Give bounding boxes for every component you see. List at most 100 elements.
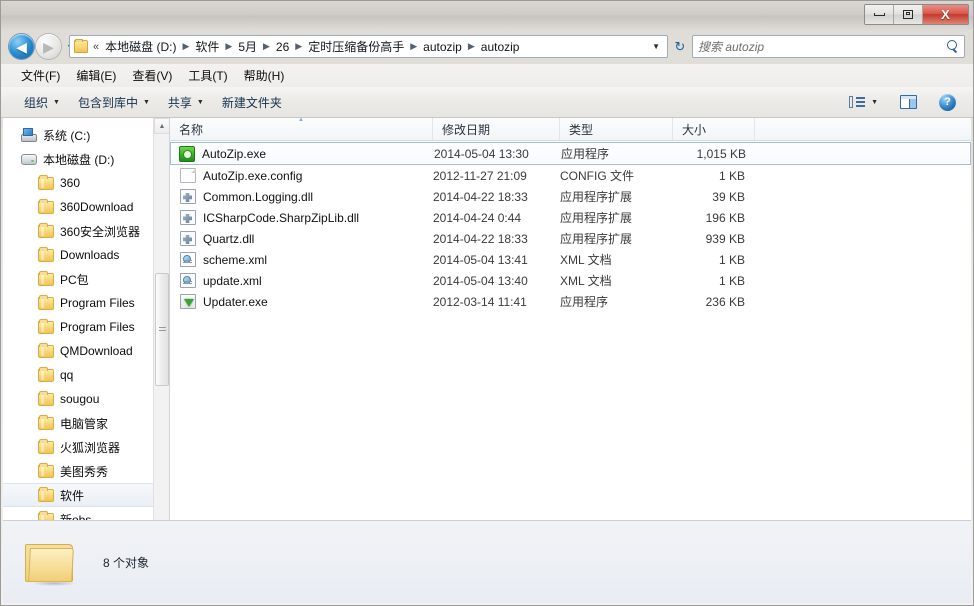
item-count-label: 8 个对象: [103, 555, 150, 570]
sidebar-item-program-files-x86[interactable]: Program Files: [3, 315, 169, 339]
table-row[interactable]: scheme.xml 2014-05-04 13:41 XML 文档 1 KB: [170, 249, 971, 270]
chevron-down-icon: ▼: [142, 98, 150, 106]
menu-help[interactable]: 帮助(H): [236, 65, 293, 86]
organize-button[interactable]: 组织 ▼: [15, 91, 69, 114]
sidebar-item-meitu[interactable]: 美图秀秀: [3, 459, 169, 483]
sidebar-item-qq[interactable]: qq: [3, 363, 169, 387]
file-name-cell: Common.Logging.dll: [170, 189, 433, 204]
file-name-cell: AutoZip.exe.config: [170, 168, 433, 183]
sidebar-item-pc-bao[interactable]: PC包: [3, 267, 169, 291]
sidebar-item-computer-manager[interactable]: 电脑管家: [3, 411, 169, 435]
sidebar-item-label: 本地磁盘 (D:): [43, 152, 115, 167]
minimize-button[interactable]: [865, 5, 894, 24]
sidebar-item-sougou[interactable]: sougou: [3, 387, 169, 411]
menu-tools[interactable]: 工具(T): [180, 65, 235, 86]
column-header-type[interactable]: 类型: [560, 118, 673, 140]
menu-view[interactable]: 查看(V): [124, 65, 180, 86]
menu-file[interactable]: 文件(F): [13, 65, 68, 86]
change-view-button[interactable]: ▼: [840, 92, 887, 112]
sidebar-item-local-disk-d[interactable]: 本地磁盘 (D:): [3, 147, 169, 171]
sidebar-item-firefox[interactable]: 火狐浏览器: [3, 435, 169, 459]
file-name-cell: ICSharpCode.SharpZipLib.dll: [170, 210, 433, 225]
refresh-icon: ↻: [674, 38, 686, 54]
sidebar-item-360download[interactable]: 360Download: [3, 195, 169, 219]
minimize-icon: [873, 13, 885, 16]
table-row[interactable]: ICSharpCode.SharpZipLib.dll 2014-04-24 0…: [170, 207, 971, 228]
file-date: 2012-03-14 11:41: [433, 294, 527, 309]
close-button[interactable]: X: [923, 5, 968, 24]
file-type: 应用程序扩展: [560, 190, 633, 204]
forward-button[interactable]: ▶: [36, 34, 61, 59]
breadcrumb-item-2[interactable]: 5月: [236, 37, 259, 56]
table-row[interactable]: AutoZip.exe 2014-05-04 13:30 应用程序 1,015 …: [170, 142, 971, 165]
new-folder-button[interactable]: 新建文件夹: [213, 91, 291, 114]
sidebar-item-system-c[interactable]: 系统 (C:): [3, 123, 169, 147]
folder-icon: [38, 342, 54, 358]
new-folder-label: 新建文件夹: [221, 95, 282, 110]
sidebar-item-software[interactable]: 软件: [3, 483, 169, 507]
sidebar-item-label: Program Files: [60, 320, 135, 334]
breadcrumb-item-6[interactable]: autozip: [479, 39, 522, 55]
share-button[interactable]: 共享 ▼: [159, 91, 213, 114]
file-type: XML 文档: [560, 253, 612, 267]
breadcrumb-separator-icon[interactable]: ▶: [295, 42, 302, 51]
search-placeholder: 搜索 autozip: [698, 40, 765, 54]
help-icon: ?: [939, 93, 956, 111]
column-header-filler: [755, 118, 971, 140]
show-preview-pane-button[interactable]: [891, 92, 926, 112]
file-date: 2014-05-04 13:30: [434, 146, 529, 161]
sidebar-item-downloads[interactable]: Downloads: [3, 243, 169, 267]
table-row[interactable]: Updater.exe 2012-03-14 11:41 应用程序 236 KB: [170, 291, 971, 312]
column-header-date-modified[interactable]: 修改日期: [433, 118, 560, 140]
menu-edit[interactable]: 编辑(E): [68, 65, 124, 86]
breadcrumb-item-3[interactable]: 26: [274, 39, 291, 55]
sidebar-item-360-browser[interactable]: 360安全浏览器: [3, 219, 169, 243]
breadcrumb-separator-icon[interactable]: ▶: [225, 42, 232, 51]
maximize-button[interactable]: [894, 5, 923, 24]
breadcrumb-overflow-icon[interactable]: «: [93, 41, 99, 53]
table-row[interactable]: Common.Logging.dll 2014-04-22 18:33 应用程序…: [170, 186, 971, 207]
view-list-icon: [849, 95, 866, 109]
sidebar-item-360[interactable]: 360: [3, 171, 169, 195]
file-type: XML 文档: [560, 274, 612, 288]
sidebar-item-program-files[interactable]: Program Files: [3, 291, 169, 315]
sidebar-item-label: QMDownload: [60, 344, 133, 358]
breadcrumb-item-0[interactable]: 本地磁盘 (D:): [103, 37, 178, 56]
refresh-button[interactable]: ↻: [670, 35, 690, 58]
toolbar-right-group: ▼ ?: [840, 91, 965, 114]
breadcrumb-dropdown-icon[interactable]: ▼: [647, 42, 665, 51]
sidebar-item-label: 360: [60, 176, 81, 190]
sidebar-item-qmdownload[interactable]: QMDownload: [3, 339, 169, 363]
breadcrumb-item-1[interactable]: 软件: [193, 37, 221, 56]
scroll-up-button[interactable]: ▲: [154, 118, 169, 134]
sidebar-item-label: 软件: [60, 488, 85, 503]
document-icon: [180, 168, 196, 183]
file-name: AutoZip.exe.config: [203, 168, 303, 183]
column-header-size[interactable]: 大小: [673, 118, 755, 140]
breadcrumb-item-4[interactable]: 定时压缩备份高手: [306, 37, 406, 56]
search-input[interactable]: 搜索 autozip: [692, 35, 965, 58]
table-row[interactable]: Quartz.dll 2014-04-22 18:33 应用程序扩展 939 K…: [170, 228, 971, 249]
table-row[interactable]: AutoZip.exe.config 2012-11-27 21:09 CONF…: [170, 165, 971, 186]
include-in-library-button[interactable]: 包含到库中 ▼: [69, 91, 159, 114]
back-button[interactable]: ◀: [9, 34, 34, 59]
scrollbar-thumb[interactable]: [155, 273, 169, 386]
table-row[interactable]: update.xml 2014-05-04 13:40 XML 文档 1 KB: [170, 270, 971, 291]
breadcrumb-separator-icon[interactable]: ▶: [468, 42, 475, 51]
file-name: update.xml: [203, 273, 262, 288]
file-name: Quartz.dll: [203, 231, 255, 246]
folder-icon: [38, 462, 54, 478]
maximize-icon: [903, 10, 913, 19]
file-name: ICSharpCode.SharpZipLib.dll: [203, 210, 360, 225]
folder-icon: [38, 486, 54, 502]
folder-icon: [38, 414, 54, 430]
breadcrumb-item-5[interactable]: autozip: [421, 39, 464, 55]
breadcrumb-separator-icon[interactable]: ▶: [182, 42, 189, 51]
organize-label: 组织: [24, 95, 49, 110]
breadcrumb-separator-icon[interactable]: ▶: [410, 42, 417, 51]
help-button[interactable]: ?: [930, 91, 965, 114]
folder-preview-icon: [25, 541, 77, 586]
column-header-name[interactable]: 名称: [170, 118, 433, 140]
breadcrumb-separator-icon[interactable]: ▶: [263, 42, 270, 51]
breadcrumb[interactable]: « 本地磁盘 (D:) ▶ 软件 ▶ 5月 ▶ 26 ▶ 定时压缩备份高手 ▶ …: [69, 35, 668, 58]
